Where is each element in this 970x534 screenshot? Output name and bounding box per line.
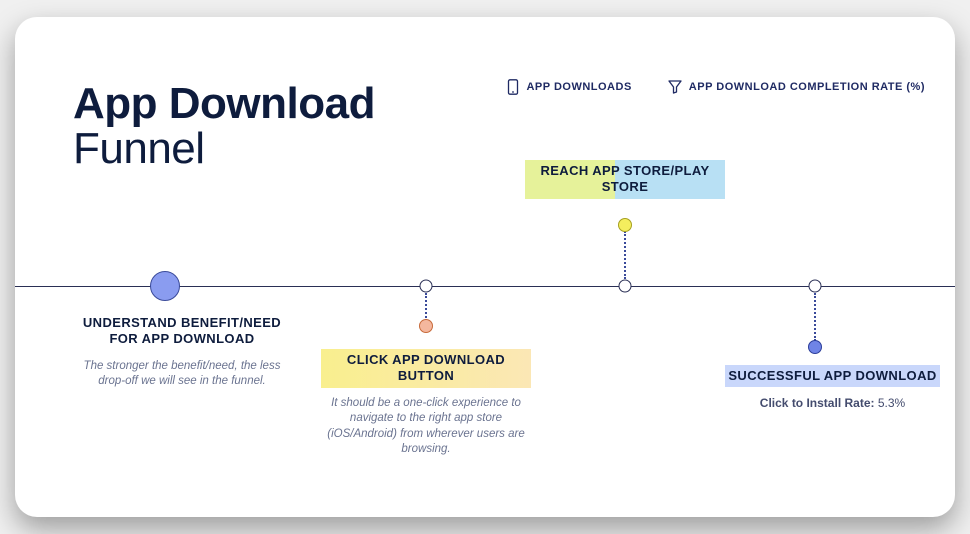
title-light: Funnel [73,127,375,172]
dot-step3 [618,218,632,232]
title-bold: App Download [73,82,375,127]
funnel-icon [668,80,682,94]
legend-downloads: APP DOWNLOADS [507,79,631,95]
page-title: App Download Funnel [73,82,375,172]
node-step1 [150,271,180,301]
step-click-download: CLICK APP DOWNLOAD BUTTON It should be a… [321,349,531,458]
step1-desc: The stronger the benefit/need, the less … [77,359,287,390]
step4-metric-value: 5.3% [878,396,905,410]
funnel-card: APP DOWNLOADS APP DOWNLOAD COMPLETION RA… [15,17,955,517]
phone-icon [507,79,519,95]
step1-title: UNDERSTAND BENEFIT/NEED FOR APP DOWNLOAD [77,312,287,351]
node-step2 [420,280,433,293]
step4-metric: Click to Install Rate: 5.3% [725,396,940,410]
dot-step4 [808,340,822,354]
step2-desc: It should be a one-click experience to n… [321,396,531,458]
step-understand: UNDERSTAND BENEFIT/NEED FOR APP DOWNLOAD… [77,312,287,390]
connector-step3 [624,231,626,279]
connector-step2 [425,293,427,321]
legend: APP DOWNLOADS APP DOWNLOAD COMPLETION RA… [507,79,925,95]
legend-downloads-label: APP DOWNLOADS [526,81,631,93]
step-reach-store: REACH APP STORE/PLAY STORE [525,160,725,199]
node-step4 [809,280,822,293]
step4-title: SUCCESSFUL APP DOWNLOAD [725,365,940,387]
legend-completion-label: APP DOWNLOAD COMPLETION RATE (%) [689,81,925,93]
step2-title: CLICK APP DOWNLOAD BUTTON [321,349,531,388]
step-successful-download: SUCCESSFUL APP DOWNLOAD Click to Install… [725,365,940,410]
node-step3 [619,280,632,293]
step4-metric-label: Click to Install Rate: [760,396,875,410]
legend-completion: APP DOWNLOAD COMPLETION RATE (%) [668,79,925,95]
dot-step2 [419,319,433,333]
connector-step4 [814,293,816,341]
step3-title: REACH APP STORE/PLAY STORE [525,160,725,199]
